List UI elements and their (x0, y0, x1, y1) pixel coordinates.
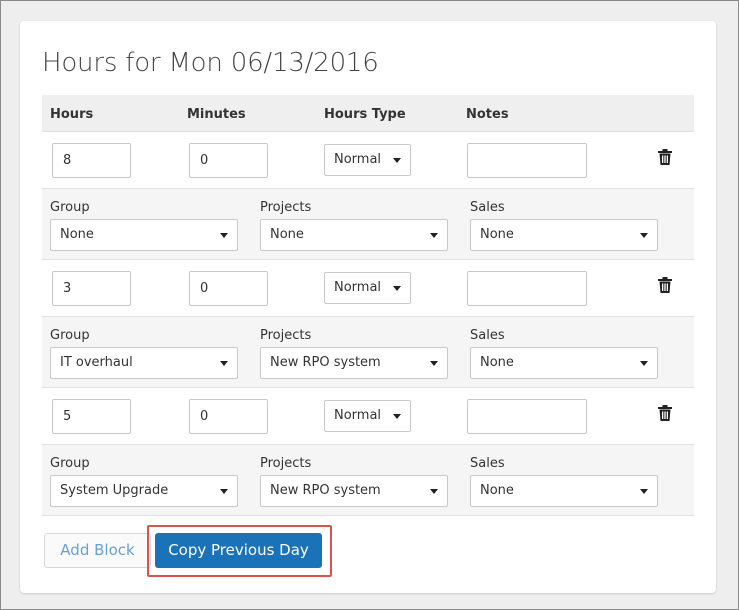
chevron-down-icon (640, 489, 648, 494)
copy-previous-day-button[interactable]: Copy Previous Day (155, 533, 322, 568)
sales-select[interactable]: None (470, 219, 658, 251)
group-value: System Upgrade (60, 483, 169, 498)
header-hours: Hours (50, 107, 94, 122)
minutes-input[interactable]: 0 (189, 143, 268, 178)
table-row-details: Group Projects Sales None None None (42, 189, 694, 260)
header-minutes: Minutes (187, 107, 246, 122)
sales-label: Sales (470, 456, 505, 471)
hours-input[interactable]: 8 (52, 143, 131, 178)
notes-input[interactable] (467, 399, 587, 434)
header-notes: Notes (466, 107, 509, 122)
chevron-down-icon (393, 414, 401, 419)
table-row: 8 0 Normal (42, 132, 694, 189)
projects-select[interactable]: New RPO system (260, 347, 448, 379)
sales-select[interactable]: None (470, 475, 658, 507)
table-row-details: Group Projects Sales System Upgrade New … (42, 445, 694, 516)
chevron-down-icon (220, 361, 228, 366)
group-select[interactable]: System Upgrade (50, 475, 238, 507)
chevron-down-icon (430, 489, 438, 494)
chevron-down-icon (640, 361, 648, 366)
chevron-down-icon (430, 361, 438, 366)
trash-icon[interactable] (658, 149, 672, 165)
sales-select[interactable]: None (470, 347, 658, 379)
group-select[interactable]: IT overhaul (50, 347, 238, 379)
projects-label: Projects (260, 200, 312, 215)
projects-label: Projects (260, 456, 312, 471)
sales-label: Sales (470, 200, 505, 215)
hours-type-select[interactable]: Normal (324, 272, 411, 304)
hours-card: Hours for Mon 06/13/2016 Hours Minutes H… (20, 21, 716, 593)
chevron-down-icon (393, 158, 401, 163)
trash-icon[interactable] (658, 277, 672, 293)
chevron-down-icon (640, 233, 648, 238)
minutes-input[interactable]: 0 (189, 271, 268, 306)
hours-input[interactable]: 3 (52, 271, 131, 306)
table-row-details: Group Projects Sales IT overhaul New RPO… (42, 317, 694, 388)
sales-value: None (480, 483, 514, 498)
group-label: Group (50, 456, 90, 471)
hours-type-select[interactable]: Normal (324, 400, 411, 432)
hours-type-value: Normal (334, 408, 382, 423)
chevron-down-icon (430, 233, 438, 238)
add-block-button[interactable]: Add Block (44, 533, 151, 568)
table-row: 5 0 Normal (42, 388, 694, 445)
sales-value: None (480, 227, 514, 242)
chevron-down-icon (220, 489, 228, 494)
minutes-input[interactable]: 0 (189, 399, 268, 434)
chevron-down-icon (220, 233, 228, 238)
notes-input[interactable] (467, 271, 587, 306)
group-value: IT overhaul (60, 355, 133, 370)
projects-value: New RPO system (270, 483, 381, 498)
sales-label: Sales (470, 328, 505, 343)
notes-input[interactable] (467, 143, 587, 178)
chevron-down-icon (393, 286, 401, 291)
projects-select[interactable]: New RPO system (260, 475, 448, 507)
group-value: None (60, 227, 94, 242)
header-hours-type: Hours Type (324, 107, 406, 122)
hours-type-select[interactable]: Normal (324, 144, 411, 176)
hours-table: Hours Minutes Hours Type Notes 8 0 Norma… (42, 95, 694, 516)
group-label: Group (50, 328, 90, 343)
group-select[interactable]: None (50, 219, 238, 251)
hours-type-value: Normal (334, 152, 382, 167)
page-title: Hours for Mon 06/13/2016 (42, 48, 379, 78)
hours-type-value: Normal (334, 280, 382, 295)
projects-value: None (270, 227, 304, 242)
projects-value: New RPO system (270, 355, 381, 370)
group-label: Group (50, 200, 90, 215)
table-row: 3 0 Normal (42, 260, 694, 317)
hours-input[interactable]: 5 (52, 399, 131, 434)
table-header: Hours Minutes Hours Type Notes (42, 95, 694, 132)
projects-select[interactable]: None (260, 219, 448, 251)
trash-icon[interactable] (658, 405, 672, 421)
projects-label: Projects (260, 328, 312, 343)
sales-value: None (480, 355, 514, 370)
